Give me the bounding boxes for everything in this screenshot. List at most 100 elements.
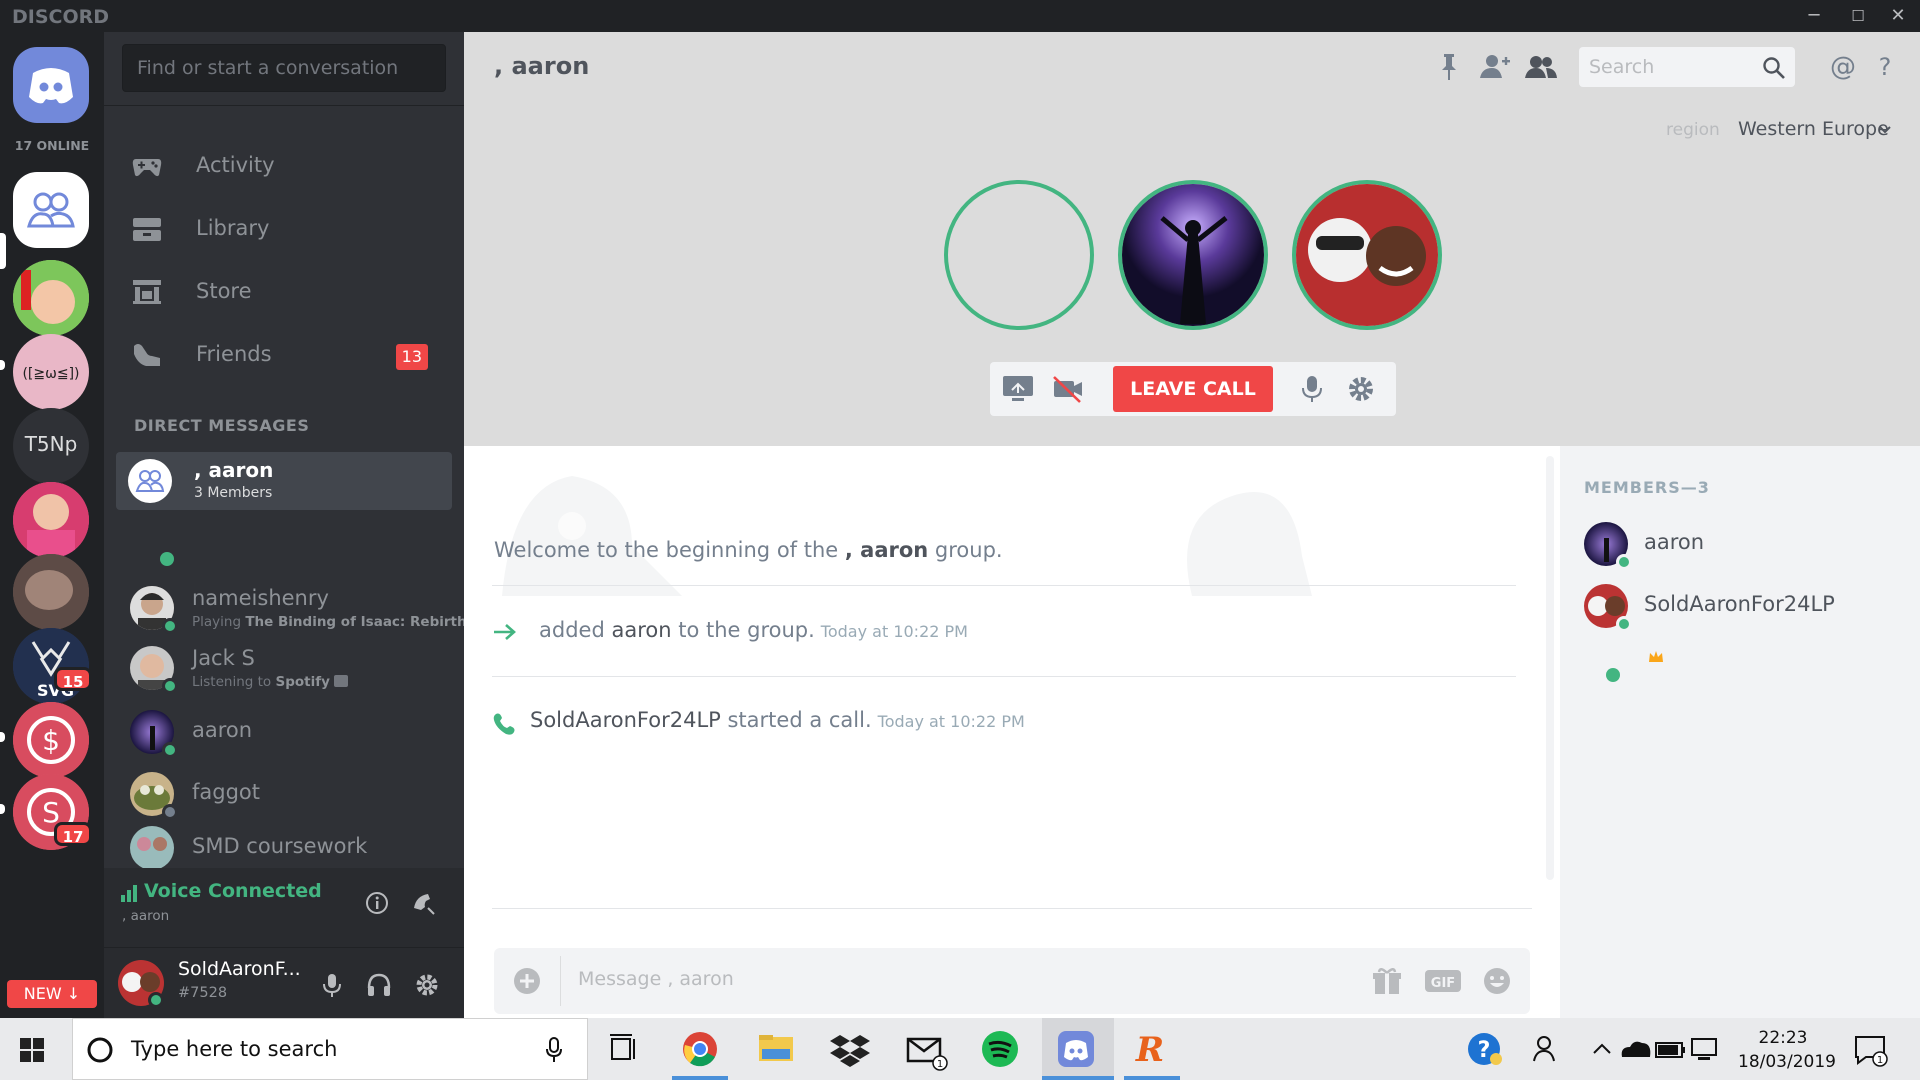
close-button[interactable]: ✕ [1876,0,1920,32]
voice-channel[interactable]: , aaron [122,908,169,924]
help-icon[interactable]: ? [1868,50,1902,84]
add-friend-icon[interactable] [1478,50,1512,84]
nav-store-label: Store [196,279,252,303]
server-group-dm[interactable] [13,172,89,248]
server-avatar-1[interactable] [13,260,89,336]
call-participant-soldaaron[interactable] [1292,180,1442,330]
gear-icon[interactable] [414,972,440,998]
microphone-icon[interactable] [1298,374,1326,404]
video-off-icon[interactable] [1052,374,1084,404]
region-select[interactable]: Western Europe [1738,118,1889,140]
chrome-icon[interactable] [678,1027,722,1071]
nav-activity[interactable]: Activity [128,141,448,193]
server-avatar-2[interactable] [13,482,89,558]
mail-icon[interactable]: 1 [904,1027,948,1071]
emoji-icon[interactable] [1482,966,1512,996]
message-input[interactable]: Message , aaron [578,968,734,990]
message-user[interactable]: SoldAaronFor24LP [530,708,721,732]
member-aaron[interactable]: aaron [1584,518,1884,570]
unread-indicator [0,732,5,742]
message-text: to the group. [671,618,815,642]
dm-name: , aaron [194,458,274,482]
network-icon[interactable] [1682,1027,1726,1071]
member-soldaaron[interactable]: SoldAaronFor24LP [1584,580,1884,632]
rich-presence-icon [334,675,349,687]
dm-item-aaron-group[interactable]: , aaron 3 Members [116,452,452,510]
windows-start-icon[interactable] [20,1038,44,1062]
chat-area: Welcome to the beginning of the , aaron … [464,446,1560,1018]
minimize-button[interactable]: ─ [1792,0,1836,32]
avatar-concert-icon [1122,184,1264,326]
selected-indicator [0,233,6,269]
dm-item-faggot[interactable]: faggot [122,766,452,820]
mentions-icon[interactable]: @ [1826,50,1860,84]
help-tray-icon[interactable]: ? [1462,1027,1506,1071]
channel-title: , aaron [494,52,590,80]
message-user[interactable]: aaron [611,618,671,642]
dm-activity: Playing The Binding of Isaac: Rebirth [192,614,467,630]
divider [560,956,561,1006]
server-dollar[interactable]: $ [13,702,89,778]
arrow-right-icon [494,624,516,640]
server-avatar-3[interactable] [13,554,89,630]
welcome-suffix: group. [928,538,1003,562]
r-app-icon[interactable]: R [1130,1027,1174,1071]
svg-text:$: $ [42,724,60,757]
gear-icon[interactable] [1346,374,1376,404]
members-heading: MEMBERS—3 [1584,478,1710,497]
people-icon[interactable] [1526,1027,1570,1071]
member-list-icon[interactable] [1524,50,1558,84]
screen-share-icon[interactable] [1002,374,1034,404]
member-list: MEMBERS—3 aaron SoldAaronFor24LP [1560,446,1920,1018]
dm-item-aaron[interactable]: aaron [122,704,452,758]
dm-item-jack-s[interactable]: Jack S Listening to Spotify [122,640,452,694]
disconnect-icon[interactable] [410,890,436,916]
spotify-icon[interactable] [978,1027,1022,1071]
coin-logo-icon: $ [13,702,89,778]
chevron-down-icon[interactable] [1878,124,1892,136]
call-participant-empty[interactable] [944,180,1094,330]
pin-icon[interactable] [1432,50,1466,84]
server-rail: 17 ONLINE ([≧ω≦]) T5Np SVG 15 $ S 17 NEW… [0,32,104,1018]
nav-library[interactable]: Library [128,204,448,256]
upload-plus-icon[interactable] [512,966,542,996]
home-button[interactable] [13,47,89,123]
dm-item-smd-coursework[interactable]: SMD coursework [122,820,452,868]
scrollbar[interactable] [1546,456,1554,880]
user-panel: SoldAaronF... #7528 [104,948,464,1018]
taskbar-search-input[interactable]: Type here to search [131,1037,337,1061]
find-conversation-input[interactable]: Find or start a conversation [122,44,446,92]
new-unreads-button[interactable]: NEW ↓ [7,980,97,1008]
task-view-icon[interactable] [602,1027,646,1071]
svg-text:?: ? [1478,1038,1491,1063]
notifications-icon[interactable]: 1 [1848,1027,1892,1071]
dropbox-icon[interactable] [828,1027,872,1071]
message-composer[interactable]: Message , aaron GIF [494,948,1530,1014]
mail-count: 1 [937,1059,943,1070]
dm-sidebar: Find or start a conversation Activity Li… [104,32,467,1018]
leave-call-button[interactable]: LEAVE CALL [1113,366,1273,412]
call-participant-aaron[interactable] [1118,180,1268,330]
gif-icon[interactable]: GIF [1424,966,1462,996]
server-t5np[interactable]: T5Np [13,408,89,484]
taskbar-search-box[interactable]: Type here to search [72,1018,588,1080]
nav-friends[interactable]: Friends 13 [128,330,448,382]
svg-text:@: @ [1830,52,1856,82]
clock[interactable]: 22:23 18/03/2019 [1738,1026,1836,1074]
microphone-icon[interactable] [545,1037,563,1063]
dm-item-nameishenry[interactable]: nameishenry Playing The Binding of Isaac… [122,580,467,634]
maximize-button[interactable]: ☐ [1836,0,1880,32]
gift-icon[interactable] [1372,966,1402,996]
nav-store[interactable]: Store [128,267,448,319]
server-kaomoji[interactable]: ([≧ω≦]) [13,334,89,410]
headphones-icon[interactable] [366,972,392,998]
file-explorer-icon[interactable] [754,1027,798,1071]
group-photo-icon [130,826,174,868]
microphone-icon[interactable] [320,972,344,998]
info-icon[interactable] [364,890,390,916]
gamepad-icon [132,159,162,177]
wumpus-watermark-icon [502,476,1312,596]
discord-logo-icon [29,68,73,104]
dm-section-heading: DIRECT MESSAGES [134,416,310,435]
discord-taskbar-icon[interactable] [1054,1027,1098,1071]
